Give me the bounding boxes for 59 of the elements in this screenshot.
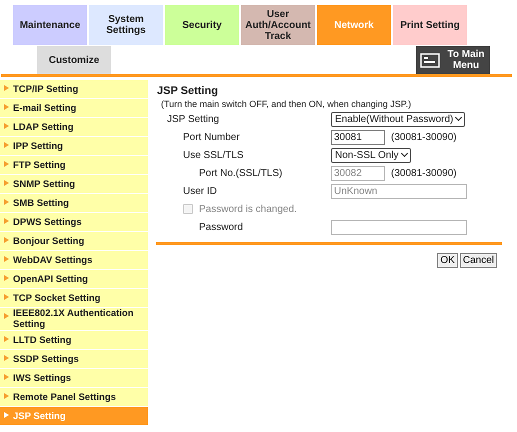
nav-tab[interactable]: Security <box>165 5 239 45</box>
field-label: Port Number <box>183 132 241 142</box>
triangle-icon <box>4 374 9 380</box>
nav-tab[interactable]: Maintenance <box>13 5 87 45</box>
sidebar-item[interactable]: DPWS Settings <box>0 213 148 231</box>
triangle-icon <box>4 104 9 110</box>
checkbox-label: Password is changed. <box>199 204 297 214</box>
main-menu-button[interactable]: To Main Menu <box>416 46 490 74</box>
triangle-icon <box>4 336 9 342</box>
nav-tab[interactable]: System Settings <box>89 5 163 45</box>
triangle-icon <box>4 180 9 186</box>
sidebar-item[interactable]: Remote Panel Settings <box>0 388 148 406</box>
screen-icon <box>420 52 440 68</box>
range-hint: (30081-30090) <box>391 132 457 142</box>
sidebar-item[interactable]: LLTD Setting <box>0 331 148 349</box>
triangle-icon <box>4 275 9 281</box>
sidebar-item[interactable]: Bonjour Setting <box>0 232 148 250</box>
triangle-icon <box>4 199 9 205</box>
triangle-icon <box>4 123 9 129</box>
section-title: JSP Setting <box>157 85 219 97</box>
sidebar-item[interactable]: SSDP Settings <box>0 350 148 368</box>
nav-tab[interactable]: Print Setting <box>393 5 467 45</box>
triangle-icon <box>4 412 9 418</box>
sidebar-item[interactable]: IEEE802.1X Authentication Setting <box>0 308 148 330</box>
input-field[interactable]: 30081 <box>331 130 385 144</box>
triangle-icon <box>4 294 9 300</box>
sidebar-item[interactable]: TCP/IP Setting <box>0 80 148 98</box>
sidebar-item[interactable]: OpenAPI Setting <box>0 270 148 288</box>
field-label: User ID <box>183 186 218 196</box>
triangle-icon <box>4 256 9 262</box>
action-button[interactable]: Cancel <box>460 253 497 268</box>
sidebar-item[interactable]: IWS Settings <box>0 369 148 387</box>
sidebar-item[interactable]: SNMP Setting <box>0 175 148 193</box>
triangle-icon <box>4 355 9 361</box>
triangle-icon <box>4 237 9 243</box>
dropdown[interactable]: Non-SSL Only <box>331 148 411 162</box>
triangle-icon <box>4 161 9 167</box>
sidebar-item[interactable]: FTP Setting <box>0 156 148 174</box>
triangle-icon <box>4 393 9 399</box>
field-label: Password <box>199 222 244 232</box>
nav-tab[interactable]: User Auth/Account Track <box>241 5 315 45</box>
triangle-icon <box>4 218 9 224</box>
note-text: (Turn the main switch OFF, and then ON, when changing JSP.) <box>161 99 412 109</box>
sidebar-item[interactable]: IPP Setting <box>0 137 148 155</box>
nav-tab[interactable]: Customize <box>37 46 111 74</box>
sidebar-item[interactable]: SMB Setting <box>0 194 148 212</box>
sidebar-item[interactable]: E-mail Setting <box>0 99 148 117</box>
field-label: Use SSL/TLS <box>183 150 245 160</box>
dropdown[interactable]: Enable(Without Password) <box>331 112 466 126</box>
sidebar-item[interactable]: WebDAV Settings <box>0 251 148 269</box>
sidebar-item[interactable]: TCP Socket Setting <box>0 289 148 307</box>
field-label: JSP Setting <box>167 114 220 124</box>
triangle-icon <box>4 142 9 148</box>
action-button[interactable]: OK <box>437 253 458 268</box>
triangle-icon <box>4 85 9 91</box>
field-label: Port No.(SSL/TLS) <box>199 168 284 178</box>
sidebar-item[interactable]: LDAP Setting <box>0 118 148 136</box>
range-hint: (30081-30090) <box>391 168 457 178</box>
triangle-icon <box>4 313 9 319</box>
